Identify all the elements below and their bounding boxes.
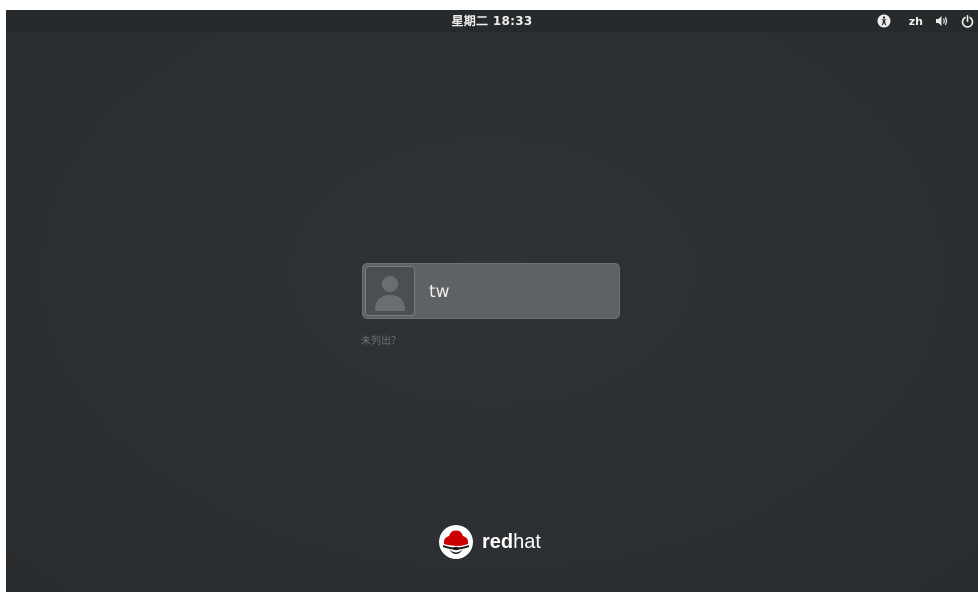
- user-list-item[interactable]: tw: [362, 263, 620, 319]
- accessibility-icon[interactable]: [877, 10, 891, 32]
- redhat-wordmark: redhat: [482, 531, 541, 554]
- power-icon[interactable]: [961, 10, 974, 32]
- redhat-branding: redhat: [438, 524, 541, 560]
- redhat-logo-icon: [439, 525, 473, 559]
- user-avatar-icon: [365, 266, 415, 316]
- not-listed-link[interactable]: 未列出？: [361, 332, 401, 347]
- login-screen: 星期二 18:33 zh tw 未列出？ redhat: [6, 10, 978, 592]
- clock[interactable]: 星期二 18:33: [6, 10, 978, 32]
- volume-icon[interactable]: [935, 10, 949, 32]
- system-tray: zh: [865, 10, 978, 32]
- top-bar: 星期二 18:33 zh: [6, 10, 978, 32]
- wordmark-bold: red: [482, 530, 514, 553]
- user-name: tw: [429, 282, 450, 302]
- language-indicator[interactable]: zh: [903, 10, 923, 32]
- wordmark-regular: hat: [513, 530, 541, 553]
